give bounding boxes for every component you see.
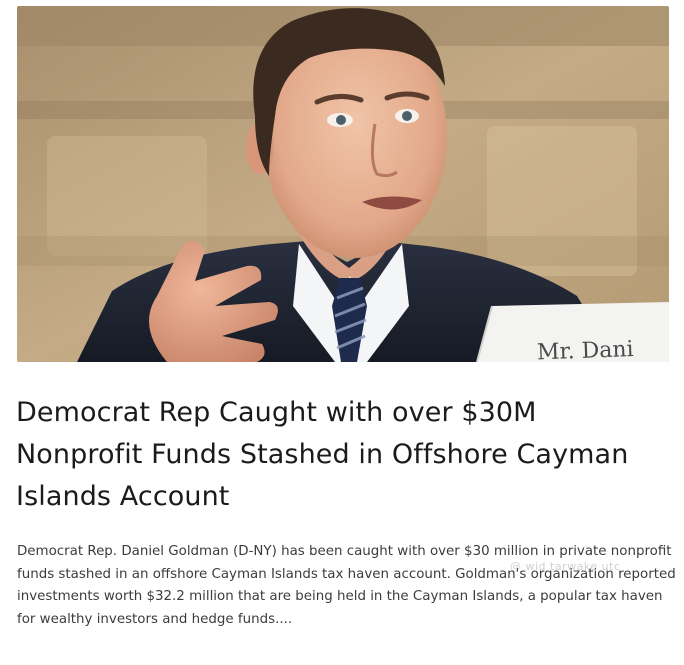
article-excerpt: Democrat Rep. Daniel Goldman (D-NY) has … bbox=[17, 544, 676, 627]
nameplate-text: Mr. Dani bbox=[537, 337, 634, 362]
article-hero-image[interactable]: Mr. Dani bbox=[17, 6, 669, 362]
article-headline[interactable]: Democrat Rep Caught with over $30M Nonpr… bbox=[16, 392, 656, 518]
watermark: @ wid tarwake utc bbox=[510, 560, 621, 573]
article-card[interactable]: Mr. Dani Democrat Rep Caught with over $… bbox=[0, 0, 684, 665]
